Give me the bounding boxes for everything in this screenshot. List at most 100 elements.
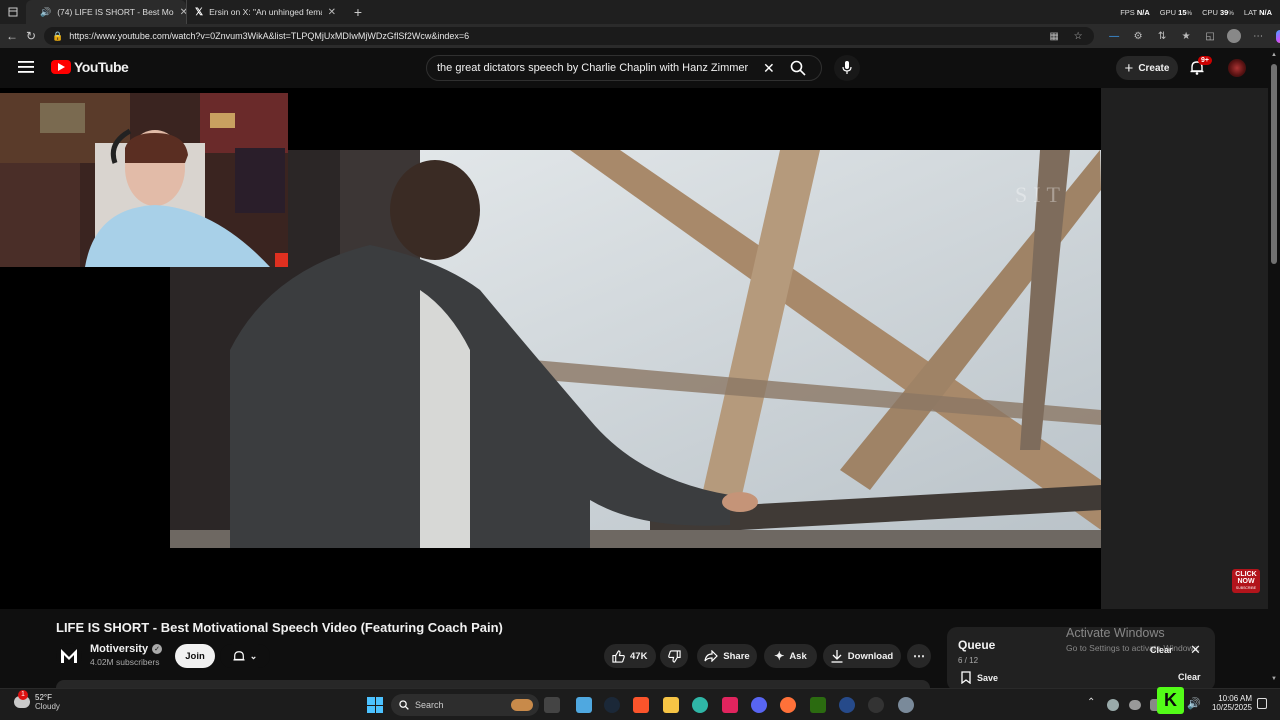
back-arrow-icon[interactable]: ← <box>6 27 18 45</box>
channel-name[interactable]: Motiversity <box>90 643 148 655</box>
taskbar-search-box[interactable]: Search <box>391 694 539 716</box>
tray-cloud-icon[interactable] <box>1129 700 1141 710</box>
search-highlight-icon <box>511 699 533 711</box>
thumbs-up-icon <box>612 649 625 663</box>
activate-windows-watermark: Activate Windows Go to Settings to activ… <box>1066 626 1200 653</box>
notepad-icon[interactable] <box>576 697 592 713</box>
kick-app-icon[interactable]: K <box>1157 687 1184 714</box>
profile-avatar-icon[interactable] <box>1226 28 1242 44</box>
windows-logo-icon <box>367 697 375 705</box>
share-button[interactable]: Share <box>697 644 757 668</box>
browser-toolbar: ← ↻ 🔒 https://www.youtube.com/watch?v=0Z… <box>0 24 1280 48</box>
page-scrollbar[interactable]: ▲ ▼ <box>1268 48 1280 688</box>
dislike-button[interactable] <box>660 644 688 668</box>
obs-icon[interactable] <box>868 697 884 713</box>
plus-icon: + <box>1124 59 1134 77</box>
site-info-icon[interactable]: 🔒 <box>52 31 63 42</box>
youtube-logo-text: YouTube <box>74 59 129 75</box>
like-button[interactable]: 47K <box>604 644 656 668</box>
click-now-subscribe-badge[interactable]: CLICK NOW SUBSCRIBE <box>1232 569 1260 593</box>
edge-icon[interactable] <box>692 697 708 713</box>
activate-windows-subtitle: Go to Settings to activate Windows. <box>1066 643 1201 653</box>
refresh-icon[interactable]: ↻ <box>26 27 36 45</box>
voice-search-button[interactable] <box>834 55 860 81</box>
brave-icon[interactable] <box>633 697 649 713</box>
nvidia-icon[interactable] <box>810 697 826 713</box>
more-horizontal-icon: ⋯ <box>913 649 925 663</box>
extensions-icon[interactable]: ⚙ <box>1130 28 1146 44</box>
new-tab-button[interactable]: + <box>350 4 366 20</box>
search-button[interactable] <box>790 60 806 81</box>
weather-alert-badge: 1 <box>18 690 28 700</box>
clock[interactable]: 10:06 AM 10/25/2025 <box>1208 694 1252 712</box>
scroll-up-arrow-icon[interactable]: ▲ <box>1271 52 1277 58</box>
sparkle-icon: ✦ <box>774 649 785 663</box>
clear-search-icon[interactable]: ✕ <box>763 60 775 77</box>
motiversity-logo-icon <box>61 649 77 663</box>
player-side-panel <box>1101 88 1268 609</box>
download-label: Download <box>847 650 894 662</box>
performance-overlay: FPS N/A GPU 15% CPU 39% LAT N/A <box>1120 7 1272 17</box>
task-view-icon[interactable] <box>544 697 560 713</box>
like-count: 47K <box>630 650 648 662</box>
address-bar[interactable]: 🔒 https://www.youtube.com/watch?v=0Znvum… <box>44 27 1095 45</box>
tab-x[interactable]: 𝕏 Ersin on X: "An unhinged female ✕ <box>186 0 344 24</box>
start-button[interactable] <box>367 697 383 713</box>
video-frame[interactable]: SIT <box>170 150 1101 548</box>
search-icon <box>790 60 806 76</box>
favorites-icon[interactable]: ★ <box>1178 28 1194 44</box>
volume-icon[interactable]: 🔊 <box>1187 697 1201 710</box>
verified-badge-icon: ✓ <box>152 644 163 654</box>
channel-avatar[interactable] <box>56 643 82 669</box>
discord-icon[interactable] <box>751 697 767 713</box>
steam-icon[interactable] <box>604 697 620 713</box>
more-menu-icon[interactable]: ⋯ <box>1250 28 1266 44</box>
tab-actions-icon[interactable] <box>0 3 26 21</box>
lat-value: N/A <box>1259 7 1272 17</box>
notifications-button[interactable]: 9+ <box>1190 56 1212 78</box>
firefox-icon[interactable] <box>780 697 796 713</box>
account-avatar[interactable] <box>1228 59 1246 77</box>
favorite-star-icon[interactable]: ☆ <box>1070 28 1086 44</box>
app-icon[interactable] <box>839 697 855 713</box>
save-label: Save <box>977 672 999 683</box>
settings-gear-icon[interactable] <box>898 697 914 713</box>
notification-center-icon[interactable] <box>1257 698 1267 709</box>
tab-youtube[interactable]: 🔊 (74) LIFE IS SHORT - Best Mo ✕ <box>26 0 186 24</box>
app-available-icon[interactable]: ▦ <box>1046 28 1062 44</box>
ask-button[interactable]: ✦ Ask <box>764 644 817 668</box>
copilot-icon[interactable] <box>1274 28 1280 44</box>
menu-hamburger-icon[interactable] <box>18 60 34 74</box>
speaker-icon[interactable]: 🔊 <box>40 7 51 18</box>
show-hidden-icons-chevron-icon[interactable]: ⌃ <box>1087 697 1095 708</box>
join-button[interactable]: Join <box>175 644 215 668</box>
tray-steam-icon[interactable] <box>1107 699 1119 711</box>
description-box[interactable] <box>56 680 930 688</box>
split-screen-icon[interactable]: ⇅ <box>1154 28 1170 44</box>
create-button[interactable]: + Create <box>1116 56 1178 80</box>
download-status-icon[interactable]: — <box>1106 28 1122 44</box>
youtube-play-logo-icon <box>51 60 71 74</box>
tab-title: Ersin on X: "An unhinged female <box>209 7 322 17</box>
youtube-logo[interactable]: YouTube <box>51 59 129 75</box>
scroll-down-arrow-icon[interactable]: ▼ <box>1271 676 1277 682</box>
queue-clear-bottom-button[interactable]: Clear <box>1178 672 1201 682</box>
subscription-bell-button[interactable]: ⌄ <box>220 644 270 668</box>
ask-label: Ask <box>789 650 807 662</box>
download-button[interactable]: Download <box>823 644 901 668</box>
more-actions-button[interactable]: ⋯ <box>907 644 931 668</box>
collections-icon[interactable]: ◱ <box>1202 28 1218 44</box>
close-icon[interactable]: ✕ <box>328 7 336 18</box>
fps-label: FPS <box>1120 7 1135 17</box>
create-label: Create <box>1138 62 1170 74</box>
cpu-label: CPU <box>1202 7 1218 17</box>
queue-save-button[interactable]: Save <box>961 671 998 684</box>
file-explorer-icon[interactable] <box>663 697 679 713</box>
video-watermark: SIT <box>1015 182 1066 207</box>
weather-widget[interactable]: 1 52°F Cloudy <box>14 690 60 711</box>
share-label: Share <box>723 650 750 662</box>
tiktok-icon[interactable] <box>722 697 738 713</box>
windows-taskbar: 1 52°F Cloudy Search ⌃ K 🔊 10:06 AM 10/2… <box>0 687 1280 720</box>
share-arrow-icon <box>704 650 719 662</box>
scrollbar-thumb[interactable] <box>1271 64 1277 264</box>
